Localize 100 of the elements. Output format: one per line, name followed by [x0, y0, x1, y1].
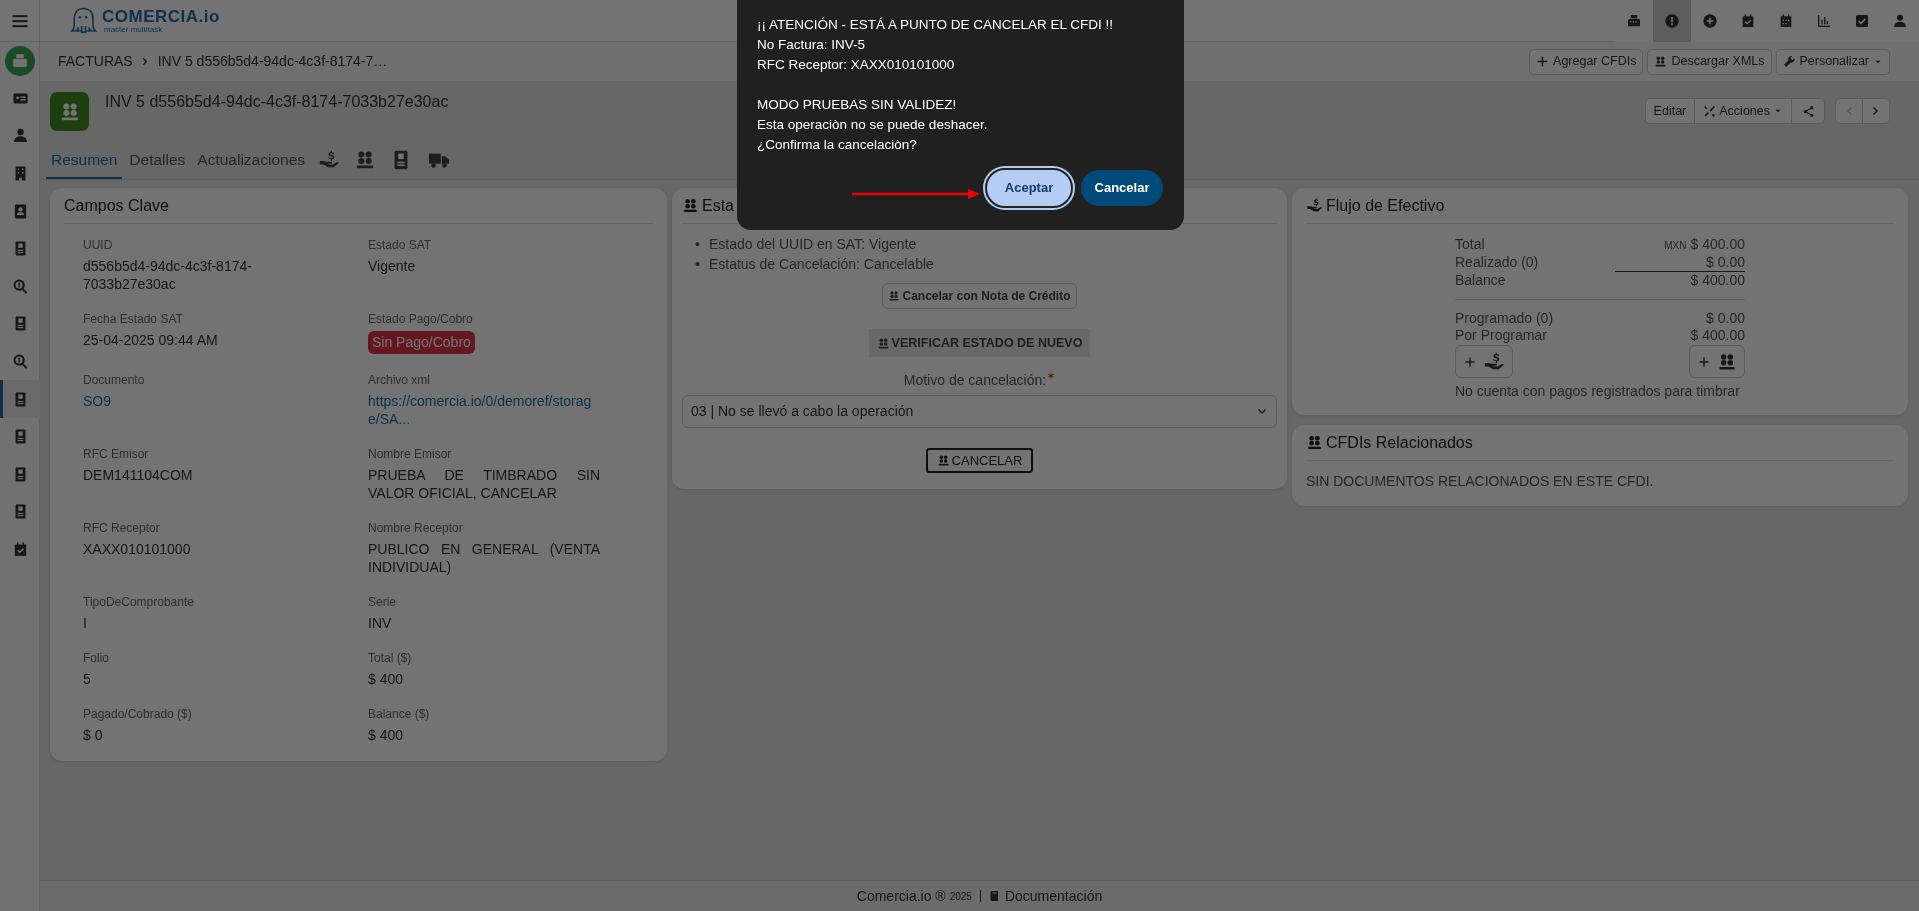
field-label: Archivo xml [368, 372, 431, 389]
toolbar-button[interactable]: Descargar XMLs [1647, 48, 1772, 75]
wrench-icon [1782, 55, 1796, 68]
field-link[interactable]: https://comercia.io/0/demoref/storage/SA... [368, 392, 600, 428]
field-value: I [83, 614, 88, 632]
field-label: Pagado/Cobrado ($) [83, 706, 193, 723]
tab[interactable]: Actualizaciones [192, 143, 311, 179]
breadcrumb-link[interactable]: FACTURAS [58, 51, 133, 72]
breadcrumb-item: INV 5 d556b5d4-94dc-4c3f-8174-7… [157, 52, 388, 71]
currency-code: MXN [1664, 239, 1687, 253]
toolbar-button[interactable]: Personalizar [1775, 48, 1890, 75]
row-value: $ 0.00 [1706, 310, 1745, 327]
field-label: RFC Emisor [83, 446, 150, 463]
sat-icon [1306, 434, 1323, 451]
tab[interactable]: Resumen [46, 143, 123, 179]
row-value: $ 0.00 [1706, 254, 1745, 271]
cash-register-icon [1626, 12, 1642, 29]
row-value: $ 400.00 [1690, 327, 1745, 344]
action-button[interactable]: Editar [1644, 98, 1696, 124]
user-icon [1892, 12, 1908, 29]
field-label: TipoDeComprobante [83, 594, 195, 611]
row-label: Por Programar [1455, 327, 1547, 344]
field-value: DEM141104COM [83, 466, 194, 484]
field-label: Fecha Estado SAT [83, 311, 184, 328]
search-dollar-icon [11, 277, 29, 295]
share-button[interactable] [1791, 98, 1825, 124]
bullet: • [695, 235, 700, 254]
share-icon [1801, 104, 1815, 118]
field-value: Vigente [368, 257, 417, 275]
add-payment-button[interactable] [1455, 345, 1513, 378]
cancel-button[interactable]: CANCELAR [925, 448, 1034, 473]
field-value: d556b5d4-94dc-4c3f-8174-7033b27e30ac [83, 257, 253, 293]
dialog-button[interactable]: Cancelar [1081, 170, 1163, 206]
credit-note-button[interactable]: Cancelar con Nota de Crédito [882, 283, 1077, 309]
sat-icon [936, 454, 950, 467]
field-label: Folio [83, 650, 110, 667]
field-label: RFC Receptor [83, 520, 161, 537]
footer-brand: Comercia.io ® [856, 886, 946, 906]
logo-wordmark: COMERCIA.io [102, 7, 220, 25]
note-text: No cuenta con pagos registrados para timbrar [1455, 382, 1741, 401]
bullet: • [695, 255, 700, 274]
field-value: 5 [83, 670, 92, 688]
field-value: PRUEBA DE TIMBRADO SIN VALOR OFICIAL, CANCELAR [368, 466, 600, 502]
status-item: Estatus de Cancelación: Cancelable [708, 255, 934, 274]
tab[interactable]: Detalles [124, 143, 191, 179]
card-title: CFDIs Relacionados [1326, 432, 1473, 453]
sat-icon [876, 336, 890, 350]
field-value: INV [368, 614, 393, 632]
sat-icon [682, 197, 699, 214]
dialog-text: ¡¡ ATENCIÓN - ESTÁ A PUNTO DE CANCELAR EL CFDI !! [757, 16, 1115, 34]
field-value: $ 400 [368, 670, 405, 688]
field-value: $ 0 [83, 726, 104, 744]
dialog-text: Esta operaciòn no se puede deshacer. [757, 116, 989, 134]
calendar-icon [1778, 12, 1794, 29]
row-label: Realizado (0) [1455, 254, 1539, 271]
checkbox-icon [1854, 12, 1870, 29]
plus-icon [1536, 55, 1550, 68]
field-label: Total ($) [368, 650, 413, 667]
document-title: INV 5 d556b5d4-94dc-4c3f-8174-7033b27e30ac [105, 92, 449, 112]
field-label: Estado Pago/Cobro [368, 311, 474, 328]
field-label: Nombre Receptor [368, 520, 464, 537]
status-badge: Sin Pago/Cobro [368, 331, 475, 354]
logo-tagline: master multitask [104, 25, 164, 34]
row-value: $ 400.00 [1690, 272, 1745, 289]
field-label: Balance ($) [368, 706, 431, 723]
tools-icon [1703, 104, 1717, 118]
status-item: Estado del UUID en SAT: Vigente [708, 235, 917, 254]
row-label: Total [1455, 236, 1485, 253]
search-dollar-icon [11, 353, 29, 371]
book-icon [988, 890, 1001, 902]
row-label: Programado (0) [1455, 310, 1554, 327]
toolbar-button[interactable]: Agregar CFDIs [1529, 48, 1644, 75]
bar-chart-icon [1816, 12, 1832, 29]
card-title: Campos Clave [64, 195, 169, 216]
dialog-text: MODO PRUEBAS SIN VALIDEZ! [757, 96, 958, 114]
row-value: $ 400.00 [1690, 236, 1745, 253]
field-label: Documento [83, 372, 146, 389]
field-link[interactable]: SO9 [83, 392, 315, 410]
cash-register-icon [11, 51, 29, 70]
sat-icon [1654, 55, 1668, 68]
reason-dropdown[interactable]: 03 | No se llevó a cabo la operación [682, 395, 1277, 428]
plus-icon [1697, 355, 1710, 368]
field-label: Serie [368, 594, 397, 611]
add-icon [1702, 12, 1718, 29]
sidebar-item[interactable] [0, 380, 40, 418]
next-button[interactable] [1862, 98, 1890, 124]
card-title: Flujo de Efectivo [1326, 195, 1445, 216]
dialog-text: No Factura: INV-5 [757, 36, 867, 54]
field-label: Nombre Emisor [368, 446, 453, 463]
documentation-link[interactable]: Documentación [988, 885, 1103, 907]
alert-icon [1664, 12, 1680, 29]
empty-message: SIN DOCUMENTOS RELACIONADOS EN ESTE CFDI. [1306, 472, 1655, 491]
row-label: Balance [1455, 272, 1506, 289]
action-button[interactable]: Acciones [1694, 98, 1792, 124]
add-sat-payment-button[interactable] [1689, 345, 1745, 378]
toolbar-button[interactable] [1653, 0, 1691, 42]
calendar-check-icon [1740, 12, 1756, 29]
field-label: Estado SAT [368, 237, 433, 254]
verify-button[interactable]: VERIFICAR ESTADO DE NUEVO [868, 329, 1091, 357]
plus-icon [1463, 355, 1476, 368]
